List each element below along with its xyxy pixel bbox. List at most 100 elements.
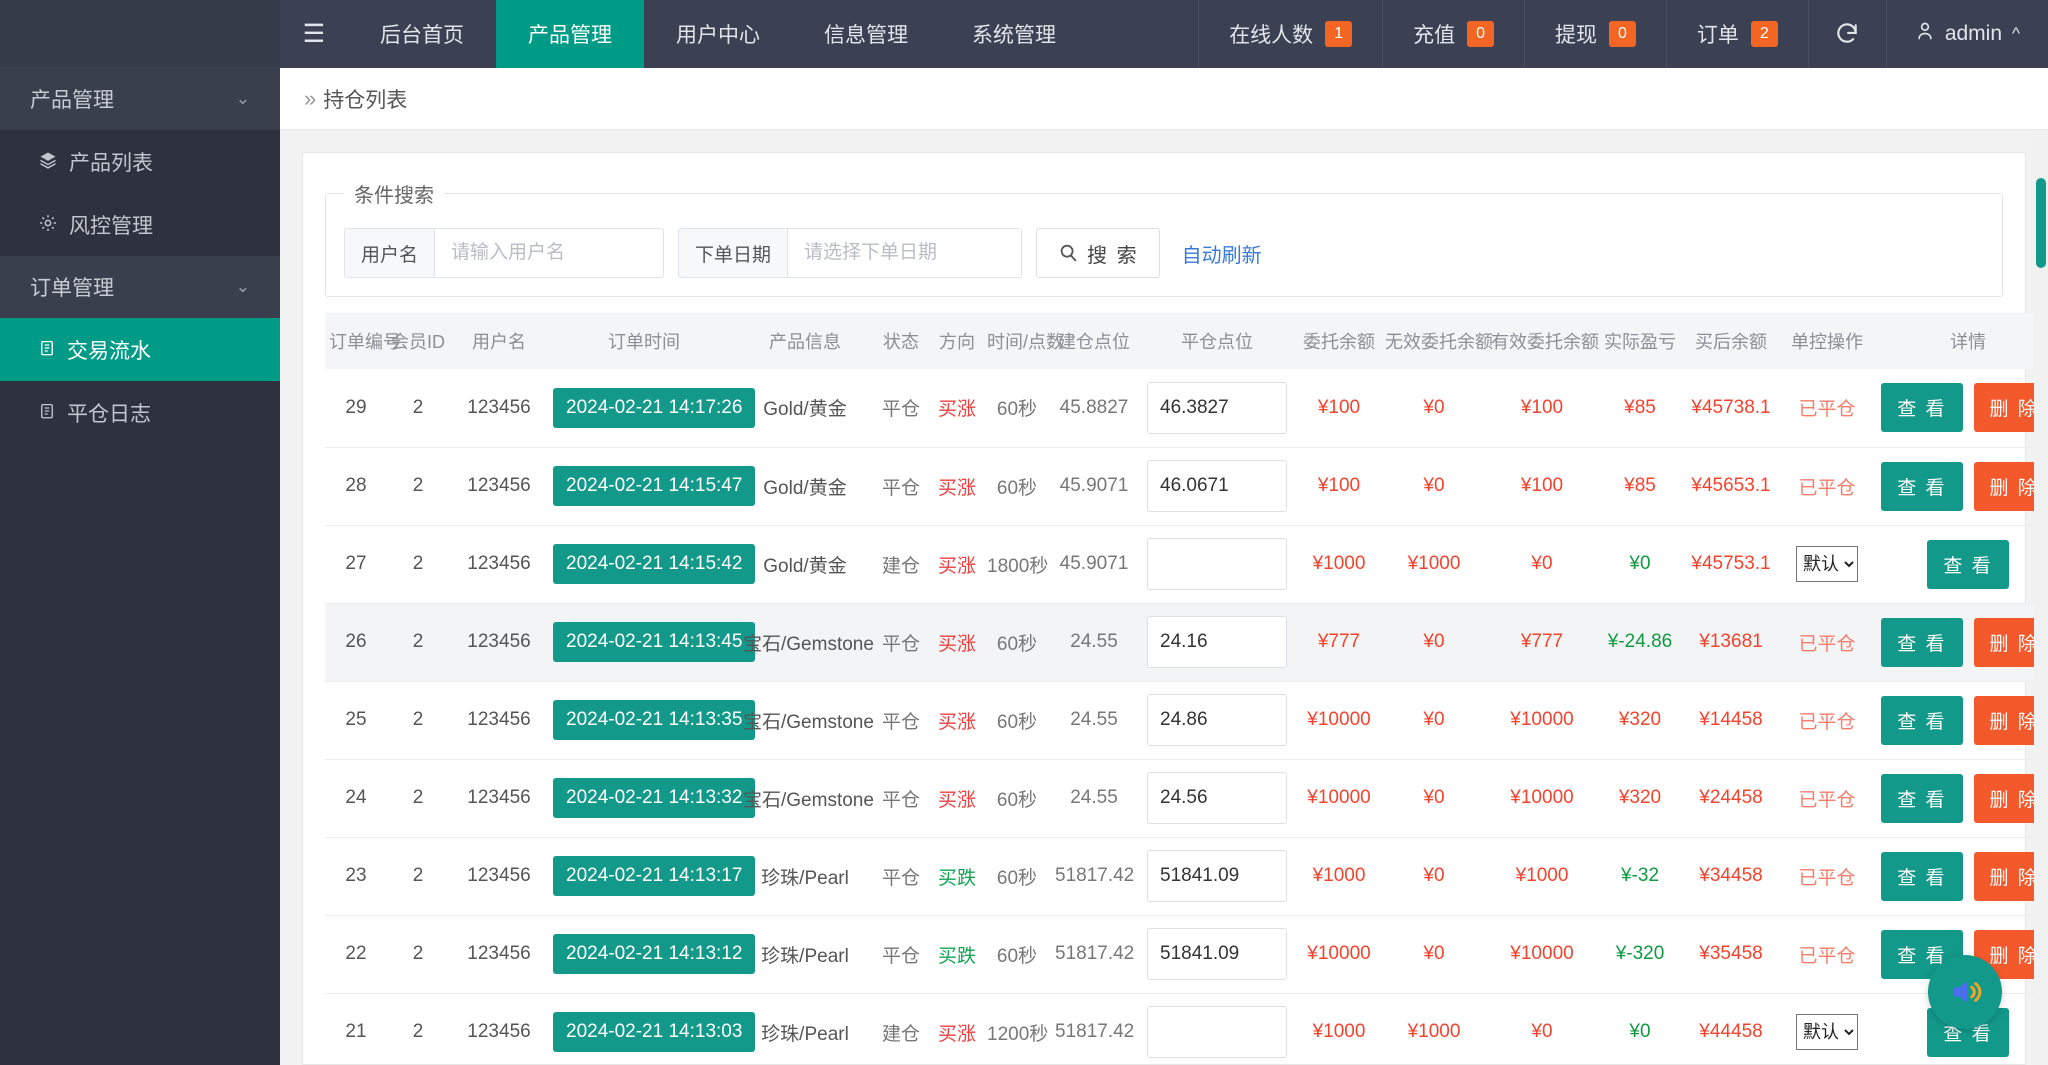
view-button[interactable]: 查 看	[1881, 773, 1963, 823]
cell-username: 123456	[449, 993, 549, 1065]
menu-icon[interactable]: ☰	[280, 0, 348, 68]
table-row: 26 2 123456 2024-02-21 14:13:45 宝石/Gemstone 平…	[325, 603, 2048, 682]
cell-order-time: 2024-02-21 14:13:32	[549, 759, 756, 838]
search-button[interactable]: 搜 索	[1036, 228, 1160, 278]
sidebar-item-平仓日志[interactable]: 平仓日志	[0, 381, 280, 444]
cell-order-id: 24	[325, 759, 387, 838]
cell-close-point[interactable]	[1137, 681, 1297, 760]
order-time-pill: 2024-02-21 14:13:32	[553, 778, 756, 818]
sidebar-group-1[interactable]: 订单管理 ⌄	[0, 256, 280, 318]
view-button[interactable]: 查 看	[1927, 539, 2009, 589]
cell-direction: 买涨	[931, 603, 983, 682]
refresh-icon[interactable]	[1807, 0, 1886, 68]
search-order-date-input[interactable]	[787, 228, 1023, 278]
cell-open-point: 24.55	[1051, 759, 1137, 838]
cell-open-point: 45.9071	[1051, 525, 1137, 604]
close-point-input[interactable]	[1147, 381, 1287, 434]
sidebar: 产品管理 ⌄ 产品列表风控管理订单管理 ⌄ 交易流水 平仓日志	[0, 0, 280, 1065]
sidebar-group-label: 产品管理	[30, 89, 114, 112]
cell-close-point[interactable]	[1137, 837, 1297, 916]
sidebar-item-交易流水[interactable]: 交易流水	[0, 318, 280, 381]
cell-close-point[interactable]	[1137, 369, 1297, 448]
cell-order-time: 2024-02-21 14:13:35	[549, 681, 756, 760]
tab-后台首页[interactable]: 后台首页	[348, 0, 496, 68]
user-menu[interactable]: admin ^	[1885, 0, 2048, 68]
close-point-input[interactable]	[1147, 1006, 1287, 1058]
close-point-input[interactable]	[1147, 850, 1287, 902]
stat-订单[interactable]: 订单 2	[1665, 0, 1808, 68]
close-point-input[interactable]	[1147, 460, 1287, 512]
stat-在线人数[interactable]: 在线人数 1	[1198, 0, 1382, 68]
cell-username: 123456	[449, 525, 549, 604]
cell-close-point[interactable]	[1137, 915, 1297, 994]
cell-control: 已平仓	[1779, 681, 1875, 760]
view-button[interactable]: 查 看	[1881, 383, 1963, 433]
status-badge: 已平仓	[1798, 867, 1856, 889]
cell-direction: 买涨	[931, 993, 983, 1065]
username-label: 用户名	[344, 228, 435, 278]
cell-close-point[interactable]	[1137, 603, 1297, 682]
cell-actions: 查 看删 除	[1875, 837, 2048, 916]
sidebar-group-0[interactable]: 产品管理 ⌄	[0, 68, 280, 130]
column-header-建仓点位: 建仓点位	[1051, 313, 1137, 369]
speaker-sound-icon[interactable]	[1928, 955, 2002, 1029]
auto-refresh-link[interactable]: 自动刷新	[1182, 239, 1262, 268]
cell-direction: 买涨	[931, 525, 983, 604]
cell-order-time: 2024-02-21 14:13:17	[549, 837, 756, 916]
status-badge: 1	[1325, 21, 1353, 47]
sidebar-item-label: 风控管理	[69, 214, 153, 238]
cell-control[interactable]: 默认	[1779, 525, 1875, 604]
cell-invalid-entrust: ¥0	[1381, 915, 1487, 994]
cell-close-point[interactable]	[1137, 993, 1297, 1065]
order-date-label: 下单日期	[678, 228, 788, 278]
main-content: 条件搜索 用户名 下单日期 搜 索	[280, 130, 2048, 1065]
close-point-input[interactable]	[1147, 538, 1287, 590]
tab-产品管理[interactable]: 产品管理	[496, 0, 644, 68]
column-header-会员ID: 会员ID	[387, 313, 449, 369]
control-select[interactable]: 默认	[1796, 546, 1858, 582]
cell-profit-loss: ¥320	[1597, 681, 1683, 760]
tab-系统管理[interactable]: 系统管理	[940, 0, 1088, 68]
close-point-input[interactable]	[1147, 928, 1287, 980]
table-row: 21 2 123456 2024-02-21 14:13:03 珍珠/Pearl 建仓 买涨…	[325, 993, 2048, 1065]
page-scrollbar[interactable]	[2034, 130, 2048, 1065]
cell-direction: 买跌	[931, 915, 983, 994]
tab-用户中心[interactable]: 用户中心	[644, 0, 792, 68]
cell-close-point[interactable]	[1137, 447, 1297, 526]
cell-close-point[interactable]	[1137, 525, 1297, 604]
close-point-input[interactable]	[1147, 772, 1287, 824]
table-header-row: 订单编号 会员ID 用户名 订单时间 产品信息 状态 方向 时间/点数 建仓点位 平仓点位 委托余额…	[325, 313, 2048, 369]
scrollbar-thumb[interactable]	[2036, 178, 2046, 268]
cell-order-id: 29	[325, 369, 387, 448]
search-username-input[interactable]	[434, 228, 665, 278]
cell-control: 已平仓	[1779, 759, 1875, 838]
cell-close-point[interactable]	[1137, 759, 1297, 838]
cell-state: 平仓	[871, 603, 931, 682]
cell-entrust: ¥777	[1297, 603, 1381, 682]
sidebar-item-产品列表[interactable]: 产品列表	[0, 130, 280, 193]
close-point-input[interactable]	[1147, 694, 1287, 746]
cell-balance-after: ¥45738.1	[1683, 369, 1779, 448]
view-button[interactable]: 查 看	[1881, 617, 1963, 667]
close-point-input[interactable]	[1147, 616, 1287, 668]
tab-信息管理[interactable]: 信息管理	[792, 0, 940, 68]
stat-提现[interactable]: 提现 0	[1524, 0, 1666, 68]
table-row: 25 2 123456 2024-02-21 14:13:35 宝石/Gemstone 平…	[325, 681, 2048, 760]
cell-control[interactable]: 默认	[1779, 993, 1875, 1065]
cell-balance-after: ¥45753.1	[1683, 525, 1779, 604]
order-time-pill: 2024-02-21 14:13:35	[553, 700, 756, 740]
view-button[interactable]: 查 看	[1881, 461, 1963, 511]
cell-entrust: ¥1000	[1297, 993, 1381, 1065]
cell-valid-entrust: ¥777	[1487, 603, 1597, 682]
cell-balance-after: ¥44458	[1683, 993, 1779, 1065]
cell-username: 123456	[449, 915, 549, 994]
cell-invalid-entrust: ¥0	[1381, 603, 1487, 682]
sidebar-item-风控管理[interactable]: 风控管理	[0, 193, 280, 256]
control-select[interactable]: 默认	[1796, 1014, 1858, 1050]
cell-profit-loss: ¥320	[1597, 759, 1683, 838]
view-button[interactable]: 查 看	[1881, 851, 1963, 901]
stat-充值[interactable]: 充值 0	[1382, 0, 1524, 68]
view-button[interactable]: 查 看	[1881, 695, 1963, 745]
cell-actions: 查 看删 除	[1875, 759, 2048, 838]
cell-username: 123456	[449, 837, 549, 916]
